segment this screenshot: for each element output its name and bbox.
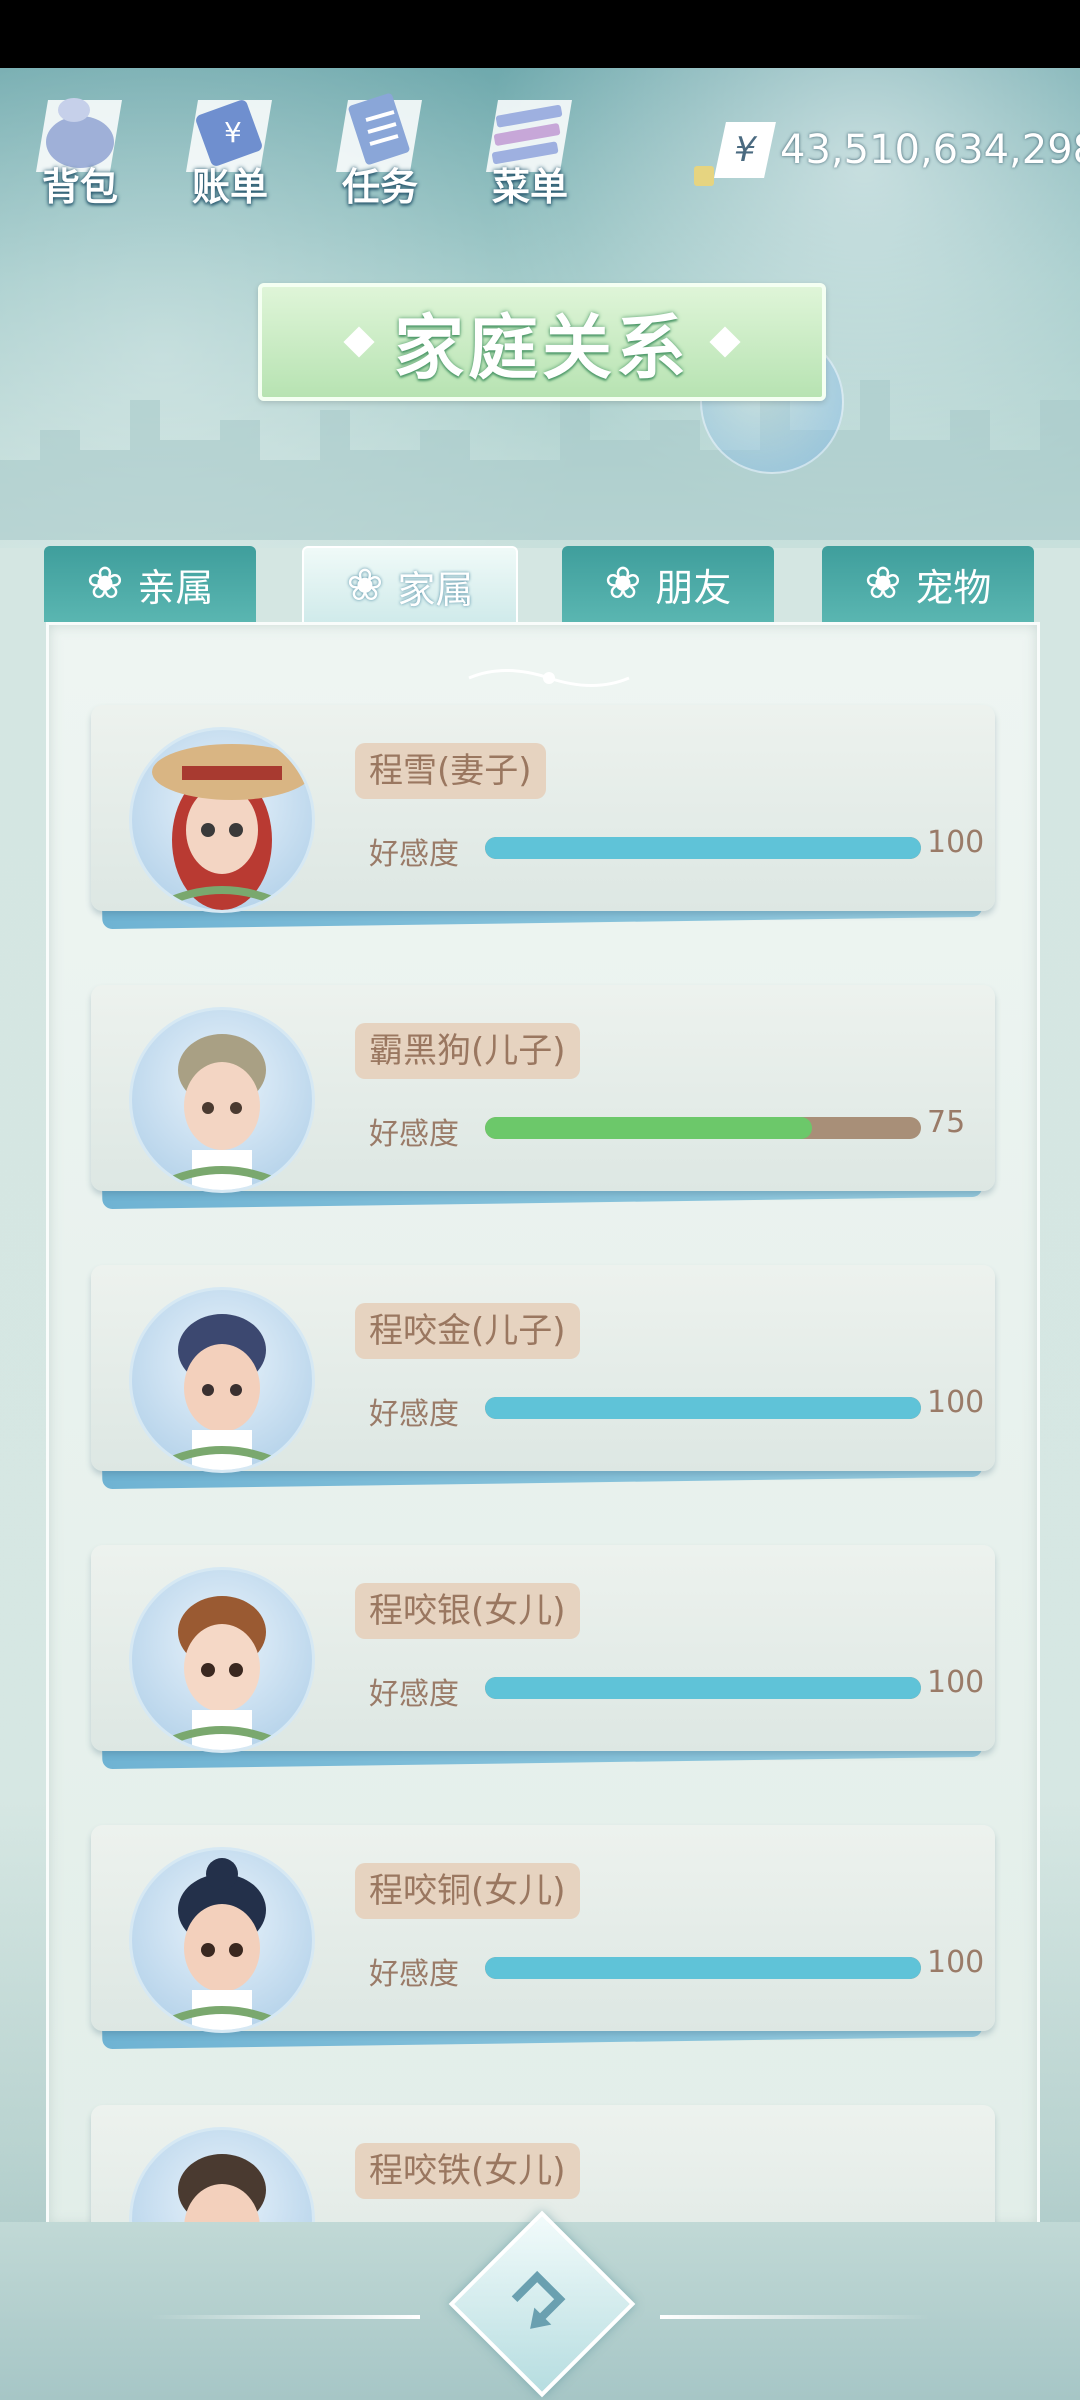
tab-relatives[interactable]: ❀ 亲属 [44,546,256,622]
favor-bar-fill [485,1397,921,1419]
coin-icon [694,166,714,186]
member-card[interactable]: 程雪(妻子) 好感度 100 [91,705,1001,930]
svg-text:¥: ¥ [224,116,242,149]
favor-bar-fill [485,1677,921,1699]
avatar [129,727,315,913]
avatar [129,1567,315,1753]
tab-label: 宠物 [915,565,992,610]
footer-line-right [660,2315,930,2319]
task-label: 任务 [341,165,418,209]
favor-value: 100 [927,1945,985,1980]
member-name: 程咬铁(女儿) [355,2143,580,2199]
member-card[interactable]: 霸黑狗(儿子) 好感度 75 [91,985,1001,1210]
menu-label: 菜单 [491,165,568,209]
tab-family[interactable]: ❀ 家属 [302,546,518,626]
member-name: 霸黑狗(儿子) [355,1023,580,1079]
member-card[interactable]: 程咬金(儿子) 好感度 100 [91,1265,1001,1490]
favor-bar [485,837,921,859]
task-button[interactable]: 任务 [320,80,440,211]
member-name: 程咬银(女儿) [355,1583,580,1639]
status-bar [0,0,1080,68]
favor-bar [485,1397,921,1419]
flower-icon: ❀ [864,558,902,609]
flower-icon: ❀ [86,558,124,609]
favor-label: 好感度 [369,1397,459,1432]
favor-bar [485,1957,921,1979]
favor-bar [485,1117,921,1139]
avatar [129,1287,315,1473]
money-amount: 43,510,634,298 [780,127,1080,173]
member-card[interactable]: 程咬银(女儿) 好感度 100 [91,1545,1001,1770]
favor-label: 好感度 [369,1957,459,1992]
favor-value: 100 [927,825,985,860]
tab-friends[interactable]: ❀ 朋友 [562,546,774,622]
ornament-icon [468,669,630,687]
favor-bar-fill [485,1117,812,1139]
footer-line-left [150,2315,420,2319]
avatar-portrait [170,1314,274,1470]
diamond-left-icon [343,326,375,358]
tab-label: 亲属 [137,565,214,610]
diamond-right-icon [709,326,741,358]
avatar-portrait [170,1596,274,1750]
favor-bar-fill [485,1957,921,1979]
family-list-panel[interactable]: 程雪(妻子) 好感度 100 霸黑狗(儿子) 好感度 75 程咬金(儿子) 好感… [46,622,1040,2330]
page-title-text: 家庭关系 [394,306,690,389]
tab-label: 朋友 [655,565,732,610]
flower-icon: ❀ [346,560,384,611]
bag-button[interactable]: 背包 [20,80,140,211]
avatar-portrait [170,1034,274,1190]
member-name: 程咬铜(女儿) [355,1863,580,1919]
avatar [129,1007,315,1193]
avatar-portrait [152,744,312,910]
menu-button[interactable]: 菜单 [470,80,590,211]
favor-bar-fill [485,837,921,859]
flower-icon: ❀ [604,558,642,609]
page-title: 家庭关系 [258,283,826,401]
tab-label: 家属 [397,567,474,612]
favor-label: 好感度 [369,837,459,872]
favor-value: 75 [927,1105,966,1140]
favor-label: 好感度 [369,1117,459,1152]
money-display: ¥ 43,510,634,298 [690,122,1080,186]
avatar [129,1847,315,2033]
member-card[interactable]: 程咬铜(女儿) 好感度 100 [91,1825,1001,2050]
member-name: 程雪(妻子) [355,743,546,799]
avatar-portrait [170,1858,274,2030]
tab-pets[interactable]: ❀ 宠物 [822,546,1034,622]
member-name: 程咬金(儿子) [355,1303,580,1359]
favor-label: 好感度 [369,1677,459,1712]
bag-label: 背包 [41,165,118,209]
bill-label: 账单 [191,165,268,209]
bill-button[interactable]: ¥ 账单 [170,80,290,211]
relation-tabs: ❀ 亲属 ❀ 家属 ❀ 朋友 ❀ 宠物 [44,546,1034,626]
favor-bar [485,1677,921,1699]
favor-value: 100 [927,1385,985,1420]
favor-value: 100 [927,1665,985,1700]
yen-icon: ¥ [714,122,776,178]
